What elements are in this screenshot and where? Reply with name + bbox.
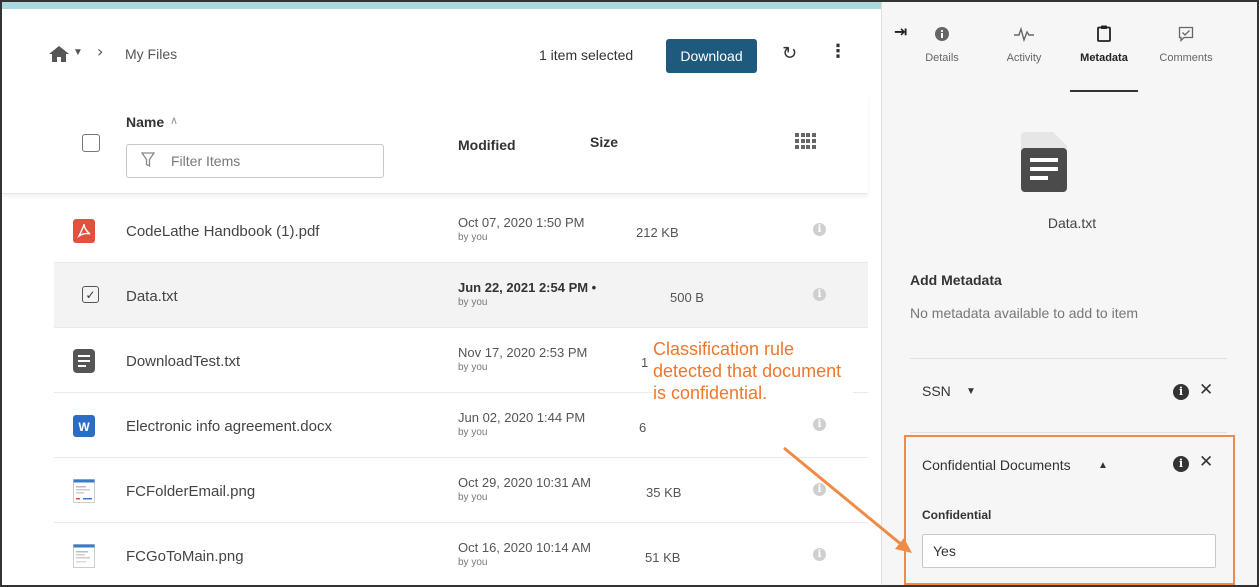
tab-details[interactable]: Details [907,24,977,64]
table-row[interactable]: FCGoToMain.png Oct 16, 2020 10:14 AM by … [54,523,868,585]
modified-by: by you [458,492,488,503]
metadata-set-ssn[interactable]: SSN [922,383,951,399]
modified-by: by you [458,427,488,438]
row-checkbox-checked[interactable]: ✓ [82,286,99,303]
modified-date: Jun 02, 2020 1:44 PM [458,410,586,425]
download-button[interactable]: Download [666,39,757,73]
collapse-panel-icon[interactable]: ⇥ [894,22,907,41]
grid-view-icon[interactable] [795,133,816,150]
info-icon[interactable]: i [1173,456,1189,472]
image-thumbnail-icon [73,479,95,503]
sort-asc-icon[interactable]: ∧ [170,114,178,127]
text-file-icon [73,349,95,373]
add-metadata-subtitle: No metadata available to add to item [910,305,1139,321]
clipboard-icon [1069,24,1139,46]
modified-by: by you [458,297,488,308]
tab-label: Metadata [1080,52,1128,64]
filter-field[interactable] [126,144,384,178]
progress-accent-bar [2,2,881,9]
info-icon[interactable]: i [813,418,826,431]
refresh-icon[interactable]: ↻ [782,43,797,64]
image-thumbnail-icon [73,544,95,568]
file-size: 6 [639,420,647,435]
table-header: Name ∧ Modified Size [2,92,868,194]
toolbar: ▼ › My Files 1 item selected Download ↻ … [2,9,881,92]
info-icon [907,24,977,46]
chevron-up-icon[interactable]: ▲ [1098,460,1108,471]
confidential-field-label: Confidential [922,508,992,522]
breadcrumb-current[interactable]: My Files [125,46,177,62]
column-size-header[interactable]: Size [590,134,618,150]
modified-date: Nov 17, 2020 2:53 PM [458,345,588,360]
activity-icon [989,24,1059,46]
modified-by: by you [458,557,488,568]
tab-label: Comments [1159,52,1213,64]
home-icon[interactable] [48,45,70,63]
details-panel: ⇥ Details Activity Metadata Comments Dat… [881,2,1257,585]
app-window: ▼ › My Files 1 item selected Download ↻ … [0,0,1259,587]
info-icon[interactable]: i [813,288,826,301]
file-size: 500 B [670,290,704,305]
tab-activity[interactable]: Activity [989,24,1059,64]
modified-by: by you [458,362,488,373]
info-icon[interactable]: i [1173,384,1189,400]
tab-metadata[interactable]: Metadata [1069,24,1139,64]
info-icon[interactable]: i [813,548,826,561]
file-name[interactable]: DownloadTest.txt [126,353,240,370]
info-icon[interactable]: i [813,223,826,236]
svg-text:W: W [78,420,90,434]
metadata-set-confidential[interactable]: Confidential Documents [922,457,1071,473]
file-size: 212 KB [636,225,679,240]
comment-icon [1151,24,1221,46]
active-tab-indicator [1070,90,1138,92]
file-name[interactable]: Electronic info agreement.docx [126,418,332,435]
column-modified-header[interactable]: Modified [458,137,516,153]
table-row[interactable]: CodeLathe Handbook (1).pdf Oct 07, 2020 … [54,198,868,263]
close-icon[interactable]: ✕ [1199,452,1213,472]
file-size: 35 KB [646,485,682,500]
file-size: 1 [641,355,649,370]
confidential-field-input[interactable] [922,534,1216,568]
text-file-large-icon [1021,132,1067,192]
tab-label: Details [925,52,959,64]
file-name[interactable]: FCGoToMain.png [126,548,244,565]
tab-comments[interactable]: Comments [1151,24,1221,64]
close-icon[interactable]: ✕ [1199,380,1213,400]
modified-date: Oct 29, 2020 10:31 AM [458,475,591,490]
modified-date: Oct 16, 2020 10:14 AM [458,540,591,555]
word-icon: W [73,415,95,437]
table-row[interactable]: FCFolderEmail.png Oct 29, 2020 10:31 AM … [54,458,868,523]
divider [910,432,1227,433]
file-name[interactable]: FCFolderEmail.png [126,483,255,500]
modified-date: Oct 07, 2020 1:50 PM [458,215,585,230]
select-all-checkbox[interactable] [82,134,100,152]
chevron-down-icon[interactable]: ▼ [966,386,976,397]
add-metadata-title: Add Metadata [910,272,1002,288]
pdf-icon [73,219,95,243]
file-list-pane: ▼ › My Files 1 item selected Download ↻ … [2,2,881,585]
column-name-header[interactable]: Name [126,114,164,130]
selection-count: 1 item selected [539,47,634,63]
file-name[interactable]: Data.txt [126,288,178,305]
chevron-right-icon: › [97,42,104,61]
file-name[interactable]: CodeLathe Handbook (1).pdf [126,223,319,240]
modified-date: Jun 22, 2021 2:54 PM • [458,280,597,295]
filter-input[interactable] [171,145,371,177]
chevron-down-icon[interactable]: ▼ [73,47,83,58]
table-row[interactable]: ✓ Data.txt Jun 22, 2021 2:54 PM • by you… [54,263,868,328]
modified-by: by you [458,232,488,243]
info-icon[interactable]: i [813,483,826,496]
file-size: 51 KB [645,550,681,565]
preview-file-name: Data.txt [1047,215,1097,231]
annotation-callout: Classification rule detected that docume… [653,336,853,406]
divider [910,358,1227,359]
filter-icon [141,152,155,168]
tab-label: Activity [1006,52,1042,64]
more-options-icon[interactable]: ⋮ [829,41,847,62]
